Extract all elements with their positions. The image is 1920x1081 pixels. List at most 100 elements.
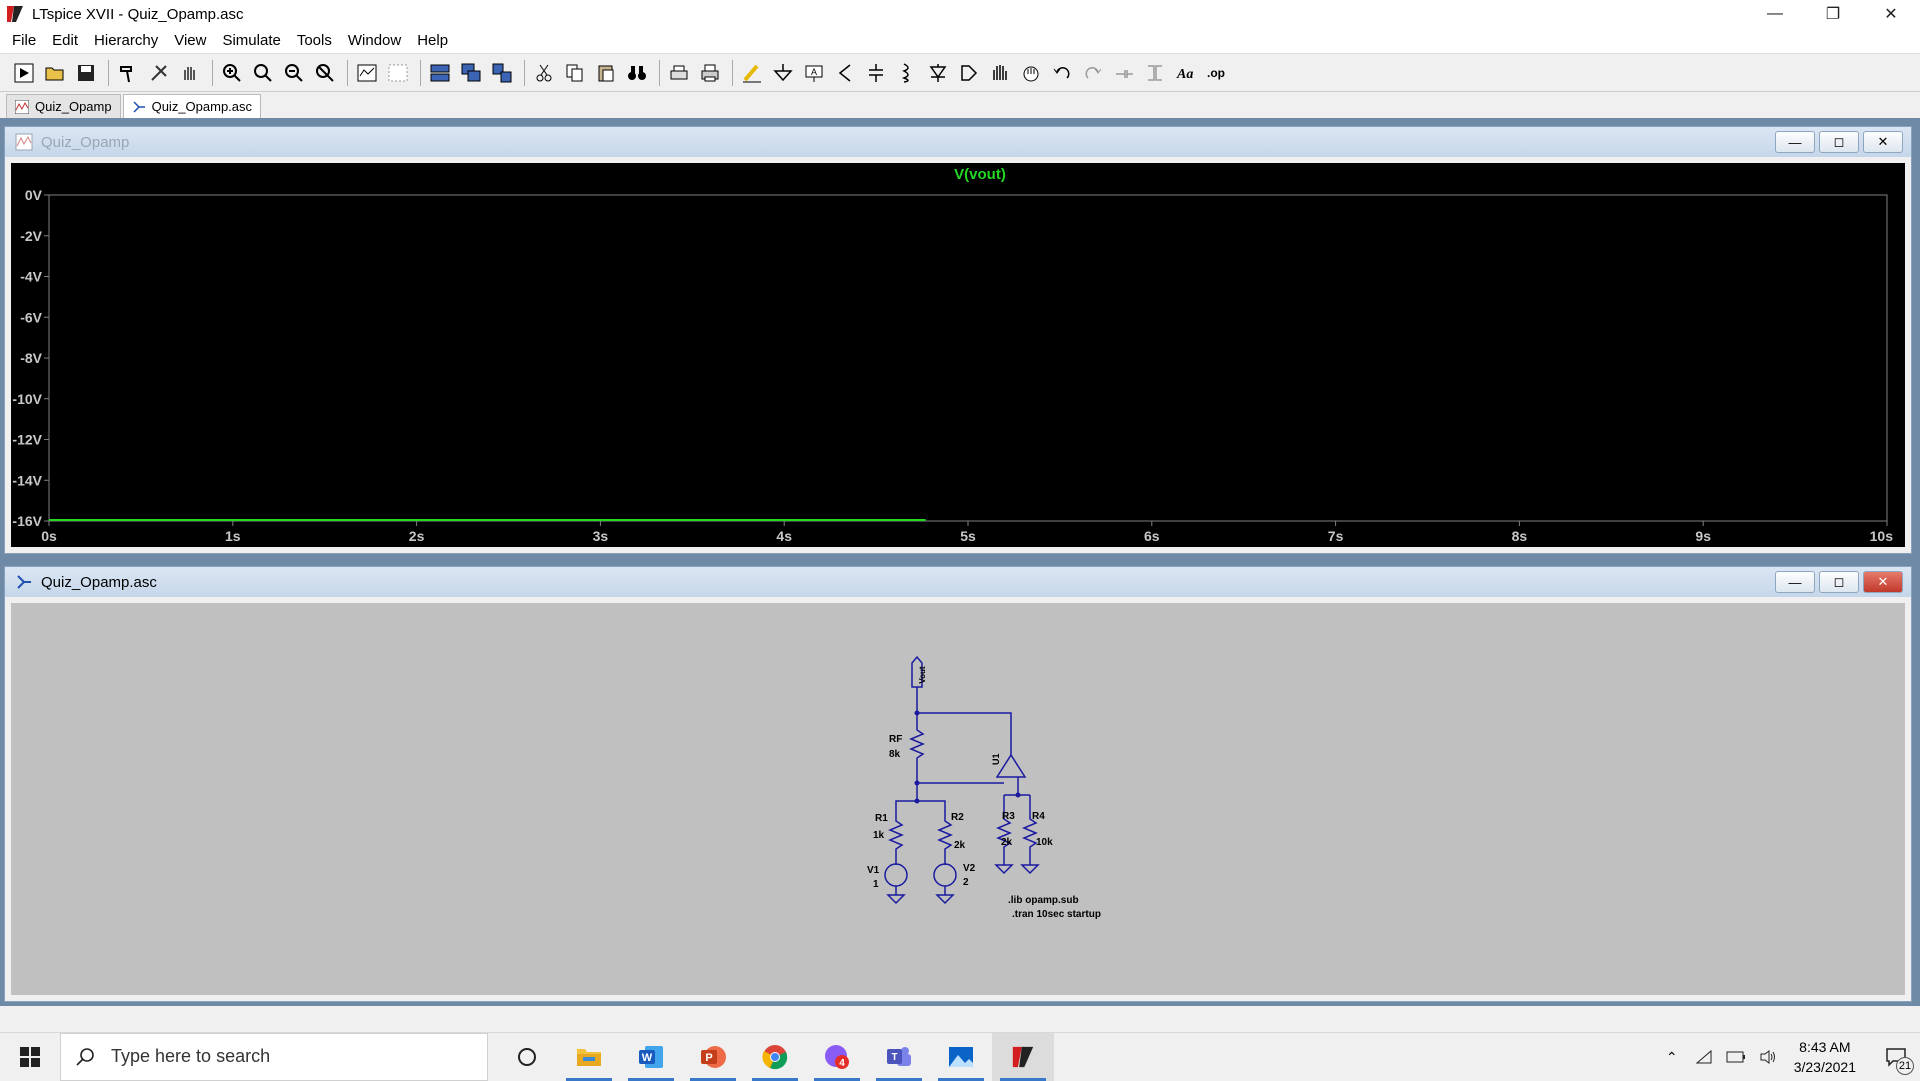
rf-resistor[interactable] [909,713,925,783]
menu-simulate[interactable]: Simulate [214,32,288,49]
cascade-button[interactable] [457,59,485,87]
battery-icon[interactable] [1722,1043,1750,1071]
resistor-button[interactable] [831,59,859,87]
r1-resistor[interactable] [888,800,917,865]
drag-button[interactable] [1017,59,1045,87]
taskbar-app-teams[interactable]: T [868,1033,930,1081]
control-panel-button[interactable] [114,59,142,87]
zoom-fit-button[interactable] [311,59,339,87]
spice-directive-button[interactable]: .op [1203,59,1231,87]
autorange-icon [357,64,377,81]
draw-wire-button[interactable] [738,59,766,87]
copy-button[interactable] [561,59,589,87]
plot-window-titlebar[interactable]: Quiz_Opamp — ◻ ✕ [5,127,1911,157]
component-button[interactable] [955,59,983,87]
menu-file[interactable]: File [4,32,44,49]
menu-edit[interactable]: Edit [44,32,86,49]
rotate-button[interactable] [1110,59,1138,87]
spice-directive-tran[interactable]: .tran 10sec startup [1012,909,1101,920]
r2-resistor[interactable] [917,800,953,865]
ground-symbol [935,886,955,905]
tile-horizontal-button[interactable] [426,59,454,87]
minimize-icon[interactable]: — [1775,131,1815,153]
minimize-icon[interactable]: — [1775,571,1815,593]
tile-vertical-button[interactable] [488,59,516,87]
label-net-button[interactable]: A [800,59,828,87]
menu-hierarchy[interactable]: Hierarchy [86,32,166,49]
task-view-button[interactable] [496,1033,558,1081]
r4-value: 10k [1036,837,1053,848]
menu-tools[interactable]: Tools [289,32,340,49]
zoom-out-icon [285,63,303,82]
pan-button[interactable] [176,59,204,87]
cut-button[interactable] [530,59,558,87]
maximize-icon[interactable]: ◻ [1819,571,1859,593]
trace-label[interactable]: V(vout) [954,166,1006,183]
menu-view[interactable]: View [166,32,214,49]
text-button[interactable]: Aa [1172,59,1200,87]
redo-button[interactable] [1079,59,1107,87]
x-tick-label: 3s [593,528,609,544]
close-icon[interactable]: ✕ [1863,571,1903,593]
diode-button[interactable] [924,59,952,87]
schematic-canvas[interactable]: Vout RF 8k U1 R1 1k R2 2k R3 2k R4 10k V… [11,603,1905,995]
ground-button[interactable] [769,59,797,87]
taskbar-app-word[interactable]: W [620,1033,682,1081]
capacitor-button[interactable] [862,59,890,87]
autorange-button[interactable] [353,59,381,87]
halt-button[interactable] [145,59,173,87]
network-icon[interactable] [1690,1043,1718,1071]
close-icon[interactable]: ✕ [1862,0,1920,28]
taskbar-app-powerpoint[interactable]: P [682,1033,744,1081]
open-button[interactable] [41,59,69,87]
taskbar-app-chrome[interactable] [744,1033,806,1081]
restore-icon[interactable]: ❐ [1804,0,1862,28]
close-icon[interactable]: ✕ [1863,131,1903,153]
notification-center-button[interactable]: 21 [1872,1033,1920,1081]
menu-help[interactable]: Help [409,32,456,49]
circuit-diagram[interactable]: Vout RF 8k U1 R1 1k R2 2k R3 2k R4 10k V… [11,603,1905,995]
clock-date: 3/23/2021 [1793,1059,1856,1075]
resistor-icon [838,63,851,82]
schematic-window-titlebar[interactable]: Quiz_Opamp.asc — ◻ ✕ [5,567,1911,597]
chevron-up-icon[interactable]: ⌃ [1658,1043,1686,1071]
print-setup-button[interactable] [665,59,693,87]
taskbar-search-box[interactable]: Type here to search [60,1032,488,1081]
paste-button[interactable] [592,59,620,87]
find-button[interactable] [623,59,651,87]
move-button[interactable] [986,59,1014,87]
run-button[interactable] [10,59,38,87]
maximize-icon[interactable]: ◻ [1819,131,1859,153]
taskbar-app-ltspice[interactable] [992,1032,1054,1081]
zoom-pan-button[interactable] [249,59,277,87]
taskbar-app-photos[interactable] [930,1033,992,1081]
v1-voltage-source[interactable] [884,863,908,887]
r4-resistor[interactable] [1022,795,1038,865]
menu-window[interactable]: Window [340,32,409,49]
minimize-icon[interactable]: — [1746,0,1804,28]
inductor-button[interactable] [893,59,921,87]
spice-directive-lib[interactable]: .lib opamp.sub [1008,895,1079,906]
tab-quiz-opamp-plot[interactable]: Quiz_Opamp [6,94,121,118]
v2-name: V2 [963,863,976,874]
v2-voltage-source[interactable] [933,863,957,887]
save-button[interactable] [72,59,100,87]
r3-resistor[interactable] [996,795,1012,865]
undo-button[interactable] [1048,59,1076,87]
taskbar-clock[interactable]: 8:43 AM 3/23/2021 [1794,1037,1856,1077]
rotate-icon [1116,69,1133,78]
waveform-plot[interactable]: 0V -2V -4V -6V -8V -10V -12V -14V -16V 0s 1s 2s 3s 4… [11,163,1905,547]
tab-quiz-opamp-asc[interactable]: Quiz_Opamp.asc [122,94,262,118]
mirror-button[interactable] [1141,59,1169,87]
zoom-in-button[interactable] [218,59,246,87]
plot-area[interactable]: 0V -2V -4V -6V -8V -10V -12V -14V -16V 0s 1s 2s 3s 4… [11,163,1905,547]
hand-icon [184,66,195,80]
mark-button[interactable] [384,59,412,87]
taskbar-app-file-explorer[interactable] [558,1033,620,1081]
taskbar-app-messenger[interactable]: 4 [806,1033,868,1081]
opamp-u1[interactable] [995,753,1027,778]
zoom-out-button[interactable] [280,59,308,87]
start-button[interactable] [0,1033,60,1081]
print-button[interactable] [696,59,724,87]
speaker-icon[interactable] [1754,1043,1782,1071]
